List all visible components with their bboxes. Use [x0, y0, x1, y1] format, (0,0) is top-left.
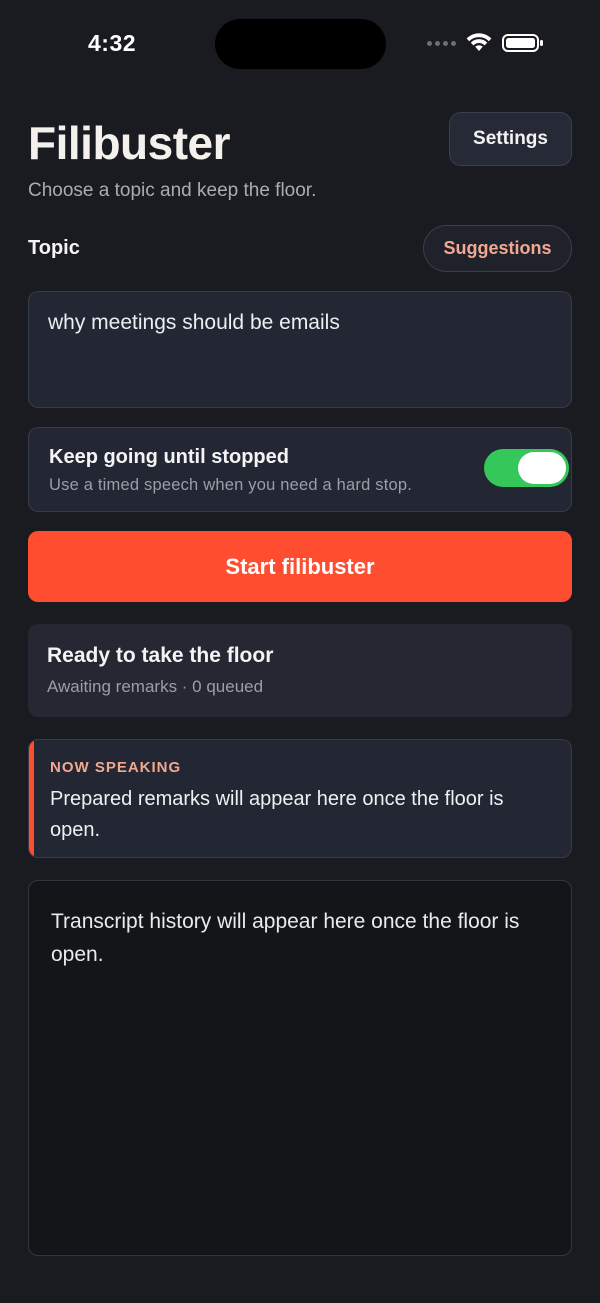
- status-time: 4:32: [88, 30, 137, 56]
- start-filibuster-button[interactable]: Start filibuster: [28, 531, 572, 602]
- now-speaking-card: NOW SPEAKING Prepared remarks will appea…: [28, 739, 572, 858]
- keep-going-card: Keep going until stopped Use a timed spe…: [28, 427, 572, 512]
- keep-going-hint: Use a timed speech when you need a hard …: [49, 476, 413, 494]
- speaking-accent-bar: [29, 740, 34, 857]
- topic-input[interactable]: why meetings should be emails: [28, 291, 572, 408]
- now-speaking-text: Prepared remarks will appear here once t…: [50, 788, 504, 841]
- app-screen: 4:32 Filibuster Settings Choose a topic …: [0, 0, 600, 1303]
- status-subtitle: Awaiting remarks · 0 queued: [47, 677, 264, 696]
- keep-going-title: Keep going until stopped: [49, 446, 289, 468]
- status-card: Ready to take the floor Awaiting remarks…: [28, 624, 572, 717]
- transcript-placeholder: Transcript history will appear here once…: [51, 910, 520, 966]
- status-title: Ready to take the floor: [47, 644, 274, 667]
- now-speaking-label: NOW SPEAKING: [50, 759, 182, 776]
- topic-label: Topic: [28, 237, 80, 259]
- wifi-icon: [466, 33, 492, 51]
- page-title: Filibuster: [28, 117, 231, 169]
- keep-going-toggle[interactable]: [484, 449, 569, 487]
- transcript-panel[interactable]: Transcript history will appear here once…: [28, 880, 572, 1256]
- page-subtitle: Choose a topic and keep the floor.: [28, 180, 317, 201]
- settings-button[interactable]: Settings: [449, 112, 572, 166]
- suggestions-button[interactable]: Suggestions: [423, 225, 572, 272]
- dynamic-island: [215, 19, 386, 69]
- status-icons: [427, 33, 544, 53]
- battery-icon: [502, 34, 543, 52]
- signal-dots-icon: [427, 40, 456, 46]
- toggle-knob: [518, 452, 566, 484]
